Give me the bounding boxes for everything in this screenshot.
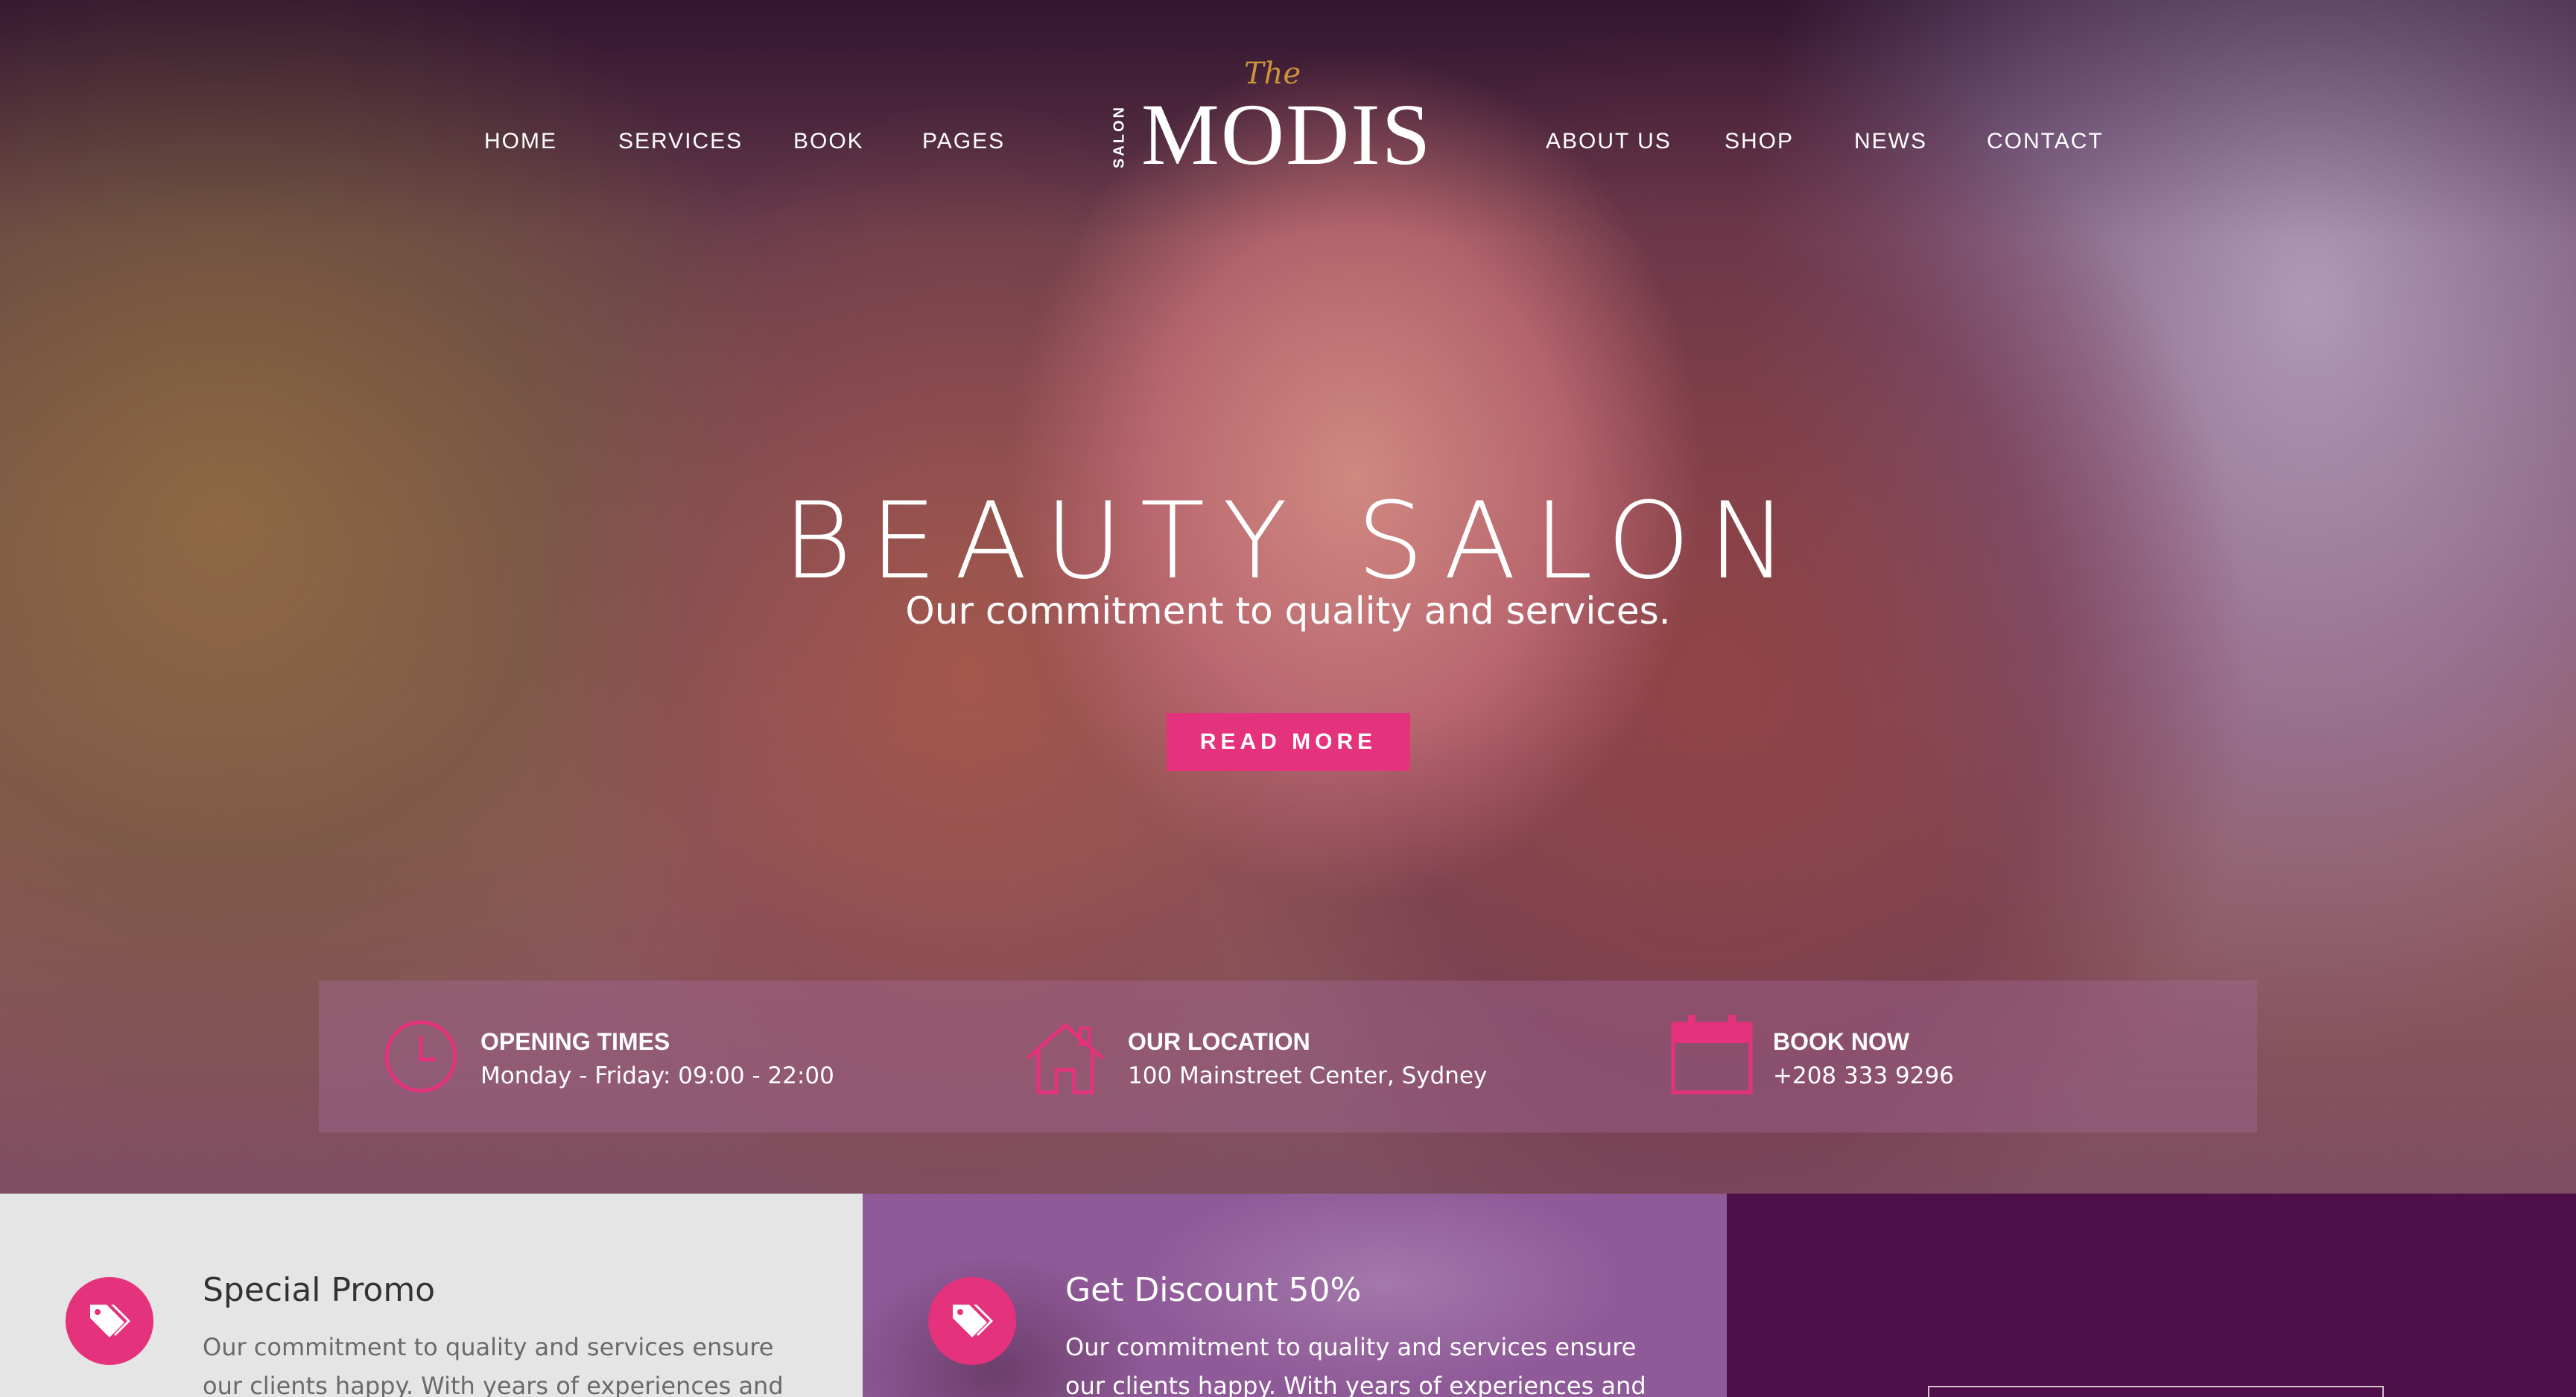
panel-text: Our commitment to quality and services e… — [203, 1333, 784, 1397]
hero-section: HOME SERVICES BOOK PAGES The SALON MODIS… — [0, 0, 2576, 1194]
booking-form-box[interactable] — [1928, 1386, 2384, 1397]
panel-title: Get Discount 50% — [1065, 1271, 1362, 1309]
info-text[interactable]: +208 333 9296 — [1773, 1061, 1954, 1091]
nav-news[interactable]: NEWS — [1854, 127, 1927, 156]
site-logo[interactable]: The SALON MODIS — [1110, 52, 1438, 186]
nav-services[interactable]: SERVICES — [618, 127, 743, 156]
nav-pages[interactable]: PAGES — [922, 127, 1005, 156]
discount-panel: Get Discount 50% Our commitment to quali… — [863, 1194, 1727, 1397]
info-bar: OPENING TIMES Monday - Friday: 09:00 - 2… — [319, 981, 2257, 1133]
clock-icon — [382, 1018, 460, 1099]
tag-icon — [66, 1277, 153, 1365]
nav-contact[interactable]: CONTACT — [1987, 127, 2104, 156]
nav-about-us[interactable]: ABOUT US — [1546, 127, 1672, 156]
read-more-button[interactable]: READ MORE — [1167, 713, 1410, 771]
booking-panel — [1727, 1194, 2576, 1397]
promo-panel: Special Promo Our commitment to quality … — [0, 1194, 863, 1397]
nav-home[interactable]: HOME — [484, 127, 557, 156]
info-heading: OPENING TIMES — [480, 1028, 670, 1055]
nav-shop[interactable]: SHOP — [1725, 127, 1794, 156]
house-icon — [1025, 1021, 1105, 1099]
panel-text: Our commitment to quality and services e… — [1065, 1333, 1646, 1397]
panel-title: Special Promo — [203, 1271, 436, 1309]
info-text: 100 Mainstreet Center, Sydney — [1128, 1062, 1488, 1089]
info-heading: BOOK NOW — [1773, 1028, 1910, 1055]
calendar-icon — [1670, 1013, 1754, 1100]
info-heading: OUR LOCATION — [1128, 1028, 1310, 1055]
hero-subtitle: Our commitment to quality and services. — [905, 589, 1671, 633]
nav-book[interactable]: BOOK — [793, 127, 864, 156]
logo-salon: SALON — [1111, 105, 1128, 168]
logo-modis: MODIS — [1141, 86, 1433, 183]
tag-icon — [928, 1277, 1016, 1365]
info-text: Monday - Friday: 09:00 - 22:00 — [480, 1062, 834, 1089]
